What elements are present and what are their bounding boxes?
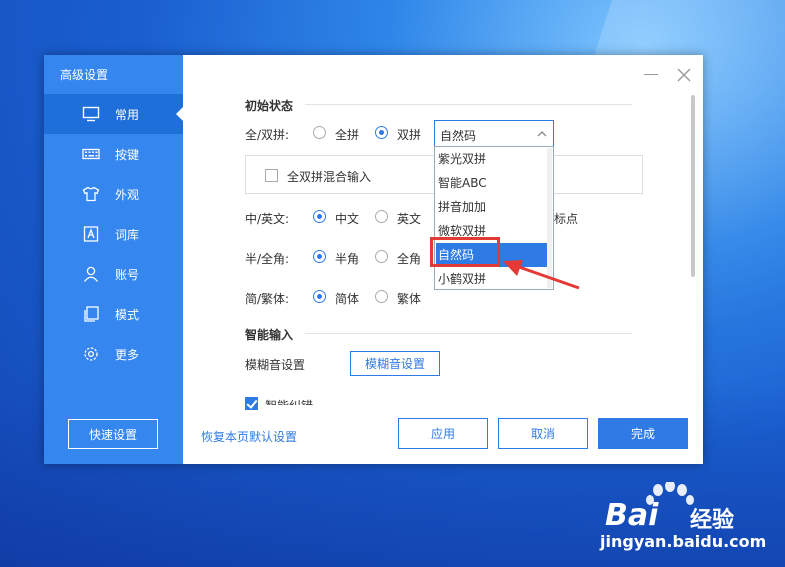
settings-window: 高级设置 常用 按键 外观 词库 账号 模式 更多 快速设置 初始状态 全/双拼… — [44, 55, 703, 464]
sidebar-item-label: 账号 — [115, 268, 140, 282]
copy-icon — [84, 306, 99, 322]
double-pinyin-scheme-select[interactable]: 自然码 — [434, 120, 554, 147]
smart-correct-checkbox[interactable] — [245, 397, 258, 410]
sidebar-title: 高级设置 — [60, 68, 109, 82]
dropdown-option[interactable]: 智能ABC — [436, 171, 548, 195]
radio-half-width[interactable] — [313, 250, 326, 263]
annotation-arrow-icon — [503, 260, 580, 290]
sidebar-item-label: 模式 — [115, 308, 140, 322]
fuzzy-sound-button[interactable]: 模糊音设置 — [350, 351, 440, 376]
done-button[interactable]: 完成 — [598, 418, 688, 449]
section-title-smart: 智能输入 — [245, 328, 294, 342]
sidebar-item-more[interactable]: 更多 — [44, 334, 183, 374]
restore-defaults-link[interactable]: 恢复本页默认设置 — [201, 428, 297, 445]
section-title-initial: 初始状态 — [245, 99, 294, 113]
sidebar-nav: 常用 按键 外观 词库 账号 模式 更多 — [44, 94, 183, 374]
sidebar-item-label: 外观 — [115, 188, 140, 202]
radio-chinese[interactable] — [313, 210, 326, 223]
cancel-button[interactable]: 取消 — [498, 418, 588, 449]
radio-simplified-label: 简体 — [335, 292, 360, 306]
radio-traditional-label: 繁体 — [397, 292, 422, 306]
content-scrollbar[interactable] — [691, 95, 695, 277]
monitor-icon — [82, 106, 100, 122]
user-icon — [83, 266, 99, 282]
sidebar-item-lexicon[interactable]: 词库 — [44, 214, 183, 254]
cn-en-label: 中/英文: — [245, 212, 290, 226]
chevron-up-icon — [537, 131, 547, 137]
watermark-url: jingyan.baidu.com — [600, 532, 767, 551]
highlight-box — [430, 237, 500, 267]
radio-english[interactable] — [375, 210, 388, 223]
radio-simplified[interactable] — [313, 290, 326, 303]
dropdown-option[interactable]: 紫光双拼 — [436, 147, 548, 171]
sidebar-item-label: 词库 — [115, 228, 140, 242]
lexicon-icon — [83, 226, 99, 242]
dropdown-option[interactable]: 拼音加加 — [436, 195, 548, 219]
width-label: 半/全角: — [245, 252, 290, 266]
sidebar-item-appearance[interactable]: 外观 — [44, 174, 183, 214]
smart-correct-label: 智能纠错 — [265, 397, 313, 405]
sidebar-item-common[interactable]: 常用 — [44, 94, 183, 134]
script-label: 简/繁体: — [245, 292, 290, 306]
radio-half-width-label: 半角 — [335, 252, 360, 266]
gear-icon — [84, 347, 98, 361]
select-value: 自然码 — [440, 129, 477, 143]
sidebar-item-label: 更多 — [115, 348, 140, 362]
quick-setup-button[interactable]: 快速设置 — [68, 419, 158, 449]
sidebar-item-label: 按键 — [115, 148, 140, 162]
tshirt-icon — [82, 186, 100, 202]
radio-traditional[interactable] — [375, 290, 388, 303]
radio-full-width-label: 全角 — [397, 252, 422, 266]
radio-full-width[interactable] — [375, 250, 388, 263]
section-divider — [305, 104, 632, 105]
radio-chinese-label: 中文 — [335, 212, 360, 226]
sidebar-item-keys[interactable]: 按键 — [44, 134, 183, 174]
apply-button[interactable]: 应用 — [398, 418, 488, 449]
pinyin-mode-label: 全/双拼: — [245, 128, 290, 142]
fuzzy-sound-label: 模糊音设置 — [245, 358, 306, 372]
radio-double-pinyin[interactable] — [375, 126, 388, 139]
sidebar: 高级设置 常用 按键 外观 词库 账号 模式 更多 快速设置 — [44, 55, 183, 464]
radio-double-pinyin-label: 双拼 — [397, 128, 422, 142]
radio-full-pinyin-label: 全拼 — [335, 128, 360, 142]
radio-full-pinyin[interactable] — [313, 126, 326, 139]
punctuation-label: 标点 — [554, 212, 579, 226]
sidebar-item-account[interactable]: 账号 — [44, 254, 183, 294]
watermark-brand: Bai — [605, 498, 659, 533]
mixed-input-label: 全双拼混合输入 — [287, 170, 372, 184]
radio-english-label: 英文 — [397, 212, 422, 226]
keyboard-icon — [82, 148, 100, 160]
sidebar-item-label: 常用 — [115, 108, 140, 122]
mixed-input-checkbox[interactable] — [265, 169, 278, 182]
watermark-cn: 经验 — [690, 508, 735, 533]
section-divider — [305, 333, 632, 334]
sidebar-item-mode[interactable]: 模式 — [44, 294, 183, 334]
